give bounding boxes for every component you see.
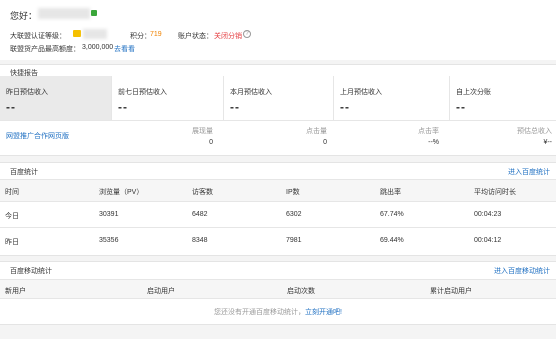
table-row: 今日 30391 6482 6302 67.74% 00:04:23: [0, 202, 556, 227]
table-cell: 30391: [99, 211, 119, 218]
points-label: 积分：: [130, 33, 151, 40]
metric-clicks-value: 0: [323, 139, 327, 146]
column-header: 跳出率: [380, 189, 401, 196]
level-badge-icon: [73, 30, 81, 37]
metric-ctr-value: --%: [428, 139, 439, 146]
table-cell: 69.44%: [380, 237, 404, 244]
question-circle-icon[interactable]: ?: [243, 30, 251, 38]
metric-est-income-value: ¥--: [543, 139, 552, 146]
report-cell-label: 本月预估收入: [230, 89, 272, 96]
column-header: 启动次数: [287, 288, 315, 295]
report-cell-value: --: [230, 100, 240, 114]
report-cell-label: 前七日预估收入: [118, 89, 167, 96]
table-cell: 昨日: [5, 239, 19, 246]
report-cell-last-month[interactable]: 上月预估收入 --: [334, 76, 450, 121]
column-header: 启动用户: [147, 288, 175, 295]
report-cell-last7days[interactable]: 前七日预估收入 --: [112, 76, 224, 121]
column-header: 浏览量（PV）: [99, 189, 144, 196]
table-cell: 35356: [99, 237, 119, 244]
report-cell-since-settlement[interactable]: 自上次分账 --: [450, 76, 556, 121]
mobile-stats-title: 百度移动统计: [10, 268, 52, 275]
table-cell: 6302: [286, 211, 302, 218]
metric-clicks-label: 点击量: [306, 128, 327, 135]
metric-est-income-label: 预估总收入: [517, 128, 552, 135]
metric-impressions-label: 展现量: [192, 128, 213, 135]
report-cell-value: --: [118, 100, 128, 114]
baidu-stats-link[interactable]: 进入百度统计: [508, 167, 550, 177]
report-cell-label: 上月预估收入: [340, 89, 382, 96]
limit-link[interactable]: 去看看: [114, 44, 135, 54]
table-cell: 00:04:23: [474, 211, 502, 218]
report-cell-value: --: [6, 100, 16, 114]
level-redacted: [83, 29, 107, 39]
report-cell-this-month[interactable]: 本月预估收入 --: [224, 76, 334, 121]
table-row: 昨日 35356 8348 7981 69.44% 00:04:12: [0, 228, 556, 253]
limit-value: 3,000,000: [82, 44, 114, 51]
report-cell-value: --: [456, 100, 466, 114]
status-label: 账户状态：: [178, 33, 213, 40]
report-cell-label: 昨日预估收入: [6, 89, 48, 96]
level-label: 大联盟认证等级：: [10, 33, 66, 40]
report-cell-label: 自上次分账: [456, 89, 491, 96]
table-cell: 00:04:12: [474, 237, 502, 244]
table-cell: 6482: [192, 211, 208, 218]
username-redacted: [38, 8, 90, 19]
status-value[interactable]: 关闭分销: [214, 31, 242, 41]
account-header: 您好： 大联盟认证等级： 积分： 719 账户状态： 关闭分销 ? 联盟货产品最…: [0, 0, 556, 60]
column-header: 新用户: [5, 288, 26, 295]
greeting-label: 您好：: [10, 11, 38, 21]
column-header: 平均访问时长: [474, 189, 516, 196]
empty-text: 您还没有开通百度移动统计，: [214, 309, 306, 316]
table-cell: 7981: [286, 237, 302, 244]
verified-icon: [91, 10, 97, 16]
table-cell: 67.74%: [380, 211, 404, 218]
baidu-stats-header-row: [0, 179, 556, 202]
open-now-link[interactable]: 立刻开通吧!: [305, 309, 342, 316]
mobile-stats-empty: 您还没有开通百度移动统计，立刻开通吧!: [0, 307, 556, 317]
limit-label: 联盟货产品最高额度：: [10, 46, 80, 53]
table-cell: 今日: [5, 213, 19, 220]
report-cell-value: --: [340, 100, 350, 114]
points-value: 719: [150, 31, 162, 38]
baidu-stats-title: 百度统计: [10, 169, 38, 176]
table-cell: 8348: [192, 237, 208, 244]
column-header: 累计启动用户: [430, 288, 472, 295]
report-cell-yesterday[interactable]: 昨日预估收入 --: [0, 76, 112, 121]
mobile-stats-link[interactable]: 进入百度移动统计: [494, 266, 550, 276]
metric-impressions-value: 0: [209, 139, 213, 146]
column-header: 时间: [5, 189, 19, 196]
column-header: 访客数: [192, 189, 213, 196]
metric-ctr-label: 点击率: [418, 128, 439, 135]
column-header: IP数: [286, 189, 300, 196]
site-link[interactable]: 网盟推广合作网页版: [6, 131, 69, 141]
